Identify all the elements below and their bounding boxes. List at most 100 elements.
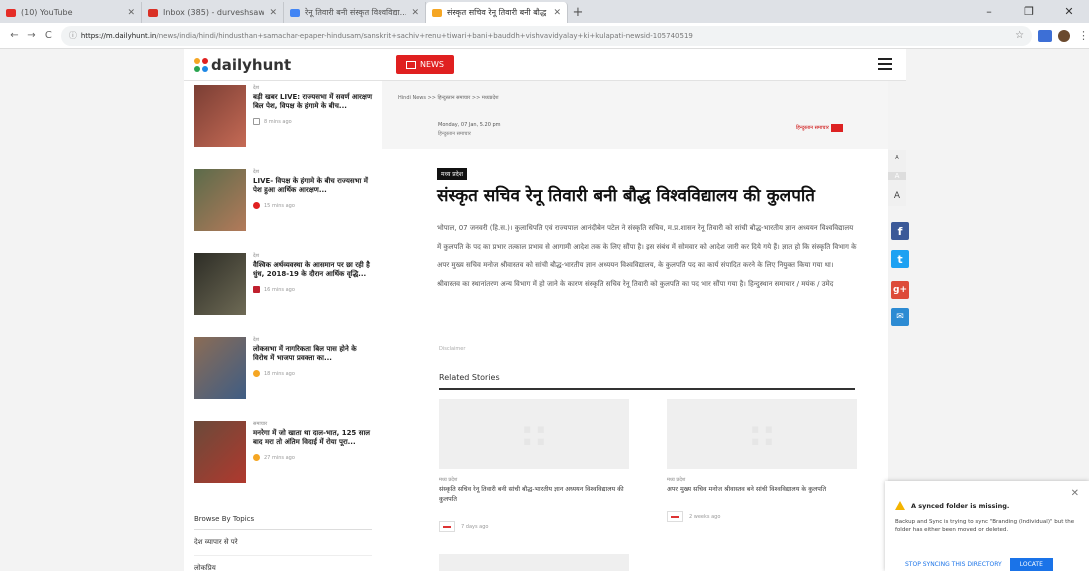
url-host: https://m.dailyhunt.in: [80, 31, 157, 40]
story-thumbnail[interactable]: [194, 421, 246, 483]
story-thumbnail[interactable]: [194, 169, 246, 231]
related-time: 7 days ago: [461, 523, 489, 530]
browse-topics-heading: Browse By Topics: [194, 509, 372, 530]
story-headline[interactable]: LIVE- विपक्ष के हंगामे के बीच राज्यसभा म…: [253, 177, 372, 195]
close-window-button[interactable]: ✕: [1049, 0, 1089, 23]
address-bar: ← → C ⓘ https://m.dailyhunt.in/news/indi…: [0, 23, 1089, 49]
related-time: 2 weeks ago: [689, 513, 721, 520]
sidebar-story[interactable]: देश LIVE- विपक्ष के हंगामे के बीच राज्यस…: [194, 169, 372, 253]
back-icon[interactable]: ←: [6, 30, 23, 41]
related-title[interactable]: अपर मुख्य सचिव मनोज श्रीवास्तव बने सांची…: [667, 485, 857, 495]
tab-google-search[interactable]: रेनू तिवारी बनी संस्कृत विश्वविद्या... ✕: [284, 2, 426, 23]
bookmark-star-icon[interactable]: ☆: [1015, 30, 1024, 41]
reload-icon[interactable]: C: [40, 30, 57, 41]
twitter-share-icon[interactable]: t: [891, 250, 909, 268]
gmail-icon: [148, 8, 158, 17]
related-story-image[interactable]: ::: [439, 399, 629, 469]
article: Hindi News >> हिन्दुस्तान समाचार >> मध्य…: [382, 81, 888, 571]
story-time: 8 mins ago: [264, 118, 292, 125]
font-size-controls: A A A: [888, 150, 906, 206]
source-icon: [253, 202, 260, 209]
source-icon: [667, 511, 683, 522]
close-tab-icon[interactable]: ✕: [553, 8, 561, 18]
minimize-button[interactable]: –: [969, 0, 1009, 23]
font-decrease-button[interactable]: A: [895, 155, 898, 161]
story-thumbnail[interactable]: [194, 253, 246, 315]
story-category: देश: [253, 253, 260, 259]
dailyhunt-icon: [432, 8, 442, 17]
tab-strip: (10) YouTube ✕ Inbox (385) - durveshsawa…: [0, 0, 1089, 23]
close-icon[interactable]: ✕: [1071, 488, 1079, 499]
tab-title: रेनू तिवारी बनी संस्कृत विश्वविद्या...: [305, 8, 407, 17]
locate-button[interactable]: LOCATE: [1009, 558, 1053, 571]
warning-icon: [895, 501, 905, 510]
dailyhunt-logo[interactable]: dailyhunt: [194, 56, 291, 74]
related-stories-heading: Related Stories: [439, 373, 855, 390]
story-headline[interactable]: बड़ी खबर LIVE: राज्यसभा में सवर्ण आरक्षण…: [253, 93, 372, 111]
sidebar-story[interactable]: देश वैश्विक अर्थव्यवस्था के आसमान पर छा …: [194, 253, 372, 337]
news-button-label: NEWS: [419, 60, 445, 69]
related-story-image[interactable]: [439, 554, 629, 571]
font-increase-button[interactable]: A: [894, 191, 900, 201]
hamburger-menu-icon[interactable]: [878, 58, 892, 70]
extension-icon[interactable]: [1038, 29, 1053, 42]
chrome-menu-icon[interactable]: ⋮: [1078, 29, 1089, 42]
sidebar-story[interactable]: देश लोकसभा में नागरिकता बिल पास होने के …: [194, 337, 372, 421]
notification-title: A synced folder is missing.: [911, 501, 1010, 510]
news-button[interactable]: NEWS: [396, 55, 454, 74]
story-headline[interactable]: वैश्विक अर्थव्यवस्था के आसमान पर छा रही …: [253, 261, 372, 279]
forward-icon[interactable]: →: [23, 30, 40, 41]
sidebar-story[interactable]: समाचार मनरेगा में जो खाता था दाल-भात, 12…: [194, 421, 372, 505]
newspaper-icon: [405, 60, 416, 69]
story-category: देश: [253, 169, 260, 175]
story-time: 16 mins ago: [264, 286, 295, 293]
new-tab-button[interactable]: +: [568, 2, 588, 23]
tab-title: Inbox (385) - durveshsawarkar@g...: [163, 8, 265, 17]
category-tag[interactable]: मध्य प्रदेश: [437, 168, 467, 180]
related-category: मध्य प्रदेश: [667, 477, 686, 483]
breadcrumb[interactable]: Hindi News >> हिन्दुस्तान समाचार >> मध्य…: [398, 95, 499, 101]
url-text: https://m.dailyhunt.in/news/india/hindi/…: [81, 32, 1011, 40]
stop-syncing-button[interactable]: STOP SYNCING THIS DIRECTORY: [905, 561, 1002, 568]
story-thumbnail[interactable]: [194, 337, 246, 399]
url-path: /news/india/hindi/hindusthan+samachar-ep…: [156, 31, 693, 40]
related-story[interactable]: :: मध्य प्रदेश संस्कृति सचिव रेनू तिवारी…: [439, 399, 629, 532]
browse-topic-item[interactable]: लोकप्रिय: [194, 556, 372, 571]
story-headline[interactable]: मनरेगा में जो खाता था दाल-भात, 125 साल ब…: [253, 429, 372, 447]
close-tab-icon[interactable]: ✕: [127, 8, 135, 18]
close-tab-icon[interactable]: ✕: [269, 8, 277, 18]
disclaimer-link[interactable]: Disclaimer: [439, 346, 465, 352]
tab-gmail[interactable]: Inbox (385) - durveshsawarkar@g... ✕: [142, 2, 284, 23]
story-time: 27 mins ago: [264, 454, 295, 461]
article-meta: Monday, 07 Jan, 5.20 pm हिन्दुस्तान समाच…: [382, 117, 888, 149]
profile-avatar-icon[interactable]: [1058, 29, 1071, 42]
sidebar-story[interactable]: देश बड़ी खबर LIVE: राज्यसभा में सवर्ण आर…: [194, 85, 372, 169]
article-date: Monday, 07 Jan, 5.20 pm: [438, 122, 501, 128]
notification-body: Backup and Sync is trying to sync "Brand…: [895, 519, 1075, 533]
close-tab-icon[interactable]: ✕: [411, 8, 419, 18]
email-share-icon[interactable]: ✉: [891, 308, 909, 326]
related-title[interactable]: संस्कृति सचिव रेनू तिवारी बनी सांची बौद्…: [439, 485, 629, 505]
article-source[interactable]: हिन्दुस्तान समाचार: [438, 131, 501, 137]
browse-topic-item[interactable]: देश व्यापार से परे: [194, 530, 372, 556]
facebook-share-icon[interactable]: f: [891, 222, 909, 240]
google-plus-share-icon[interactable]: g+: [891, 281, 909, 299]
site-header: dailyhunt NEWS: [184, 49, 906, 81]
logo-dots-icon: [194, 57, 208, 72]
font-default-button[interactable]: A: [888, 171, 906, 180]
story-time: 15 mins ago: [264, 202, 295, 209]
story-headline[interactable]: लोकसभा में नागरिकता बिल पास होने के विरो…: [253, 345, 372, 363]
url-input[interactable]: ⓘ https://m.dailyhunt.in/news/india/hind…: [60, 25, 1033, 46]
dailyhunt-placeholder-icon: ::: [748, 414, 776, 454]
story-time: 18 mins ago: [264, 370, 295, 377]
maximize-button[interactable]: ❐: [1009, 0, 1049, 23]
tab-dailyhunt-article[interactable]: संस्कृत सचिव रेनू तिवारी बनी बौद्ध वि...…: [426, 2, 568, 23]
related-story-image[interactable]: ::: [667, 399, 857, 469]
sidebar: देश बड़ी खबर LIVE: राज्यसभा में सवर्ण आर…: [184, 81, 382, 571]
sync-notification: ✕ A synced folder is missing. Backup and…: [885, 481, 1089, 571]
publisher-logo[interactable]: हिन्दुस्तान समाचार: [796, 122, 852, 134]
related-story[interactable]: :: मध्य प्रदेश अपर मुख्य सचिव मनोज श्रीव…: [667, 399, 857, 522]
info-icon[interactable]: ⓘ: [69, 30, 77, 41]
tab-youtube[interactable]: (10) YouTube ✕: [0, 2, 142, 23]
story-thumbnail[interactable]: [194, 85, 246, 147]
